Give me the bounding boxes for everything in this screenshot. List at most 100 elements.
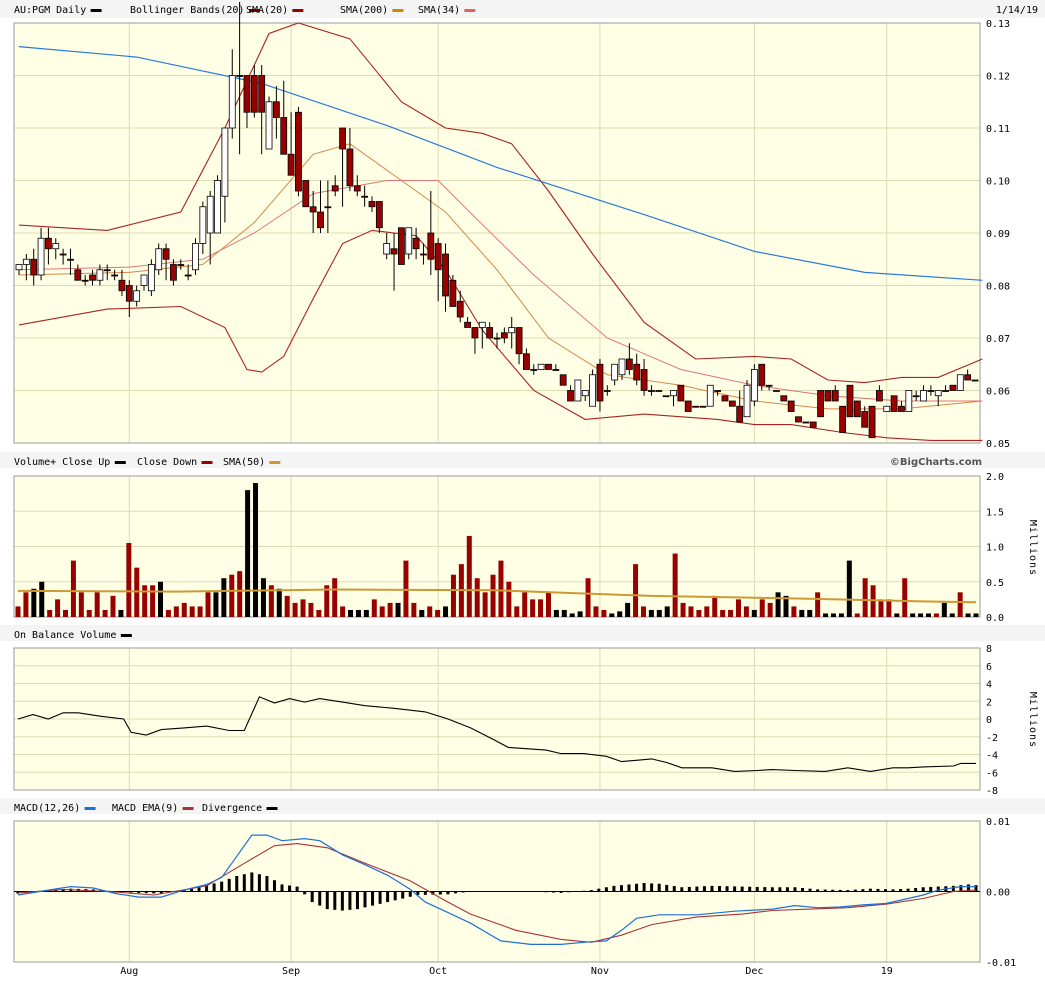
- volume-bar: [482, 592, 488, 617]
- candle-body: [508, 327, 516, 334]
- divergence-bar: [469, 891, 473, 892]
- volume-bar: [443, 606, 449, 617]
- legend-swatch: [392, 9, 404, 12]
- volume-bar: [78, 592, 84, 617]
- candle-body: [353, 185, 361, 192]
- volume-bar: [110, 595, 116, 617]
- candle-body: [170, 264, 177, 281]
- candle-body: [927, 390, 935, 392]
- divergence-bar: [748, 886, 752, 892]
- volume-bar: [553, 609, 559, 617]
- candle-body: [478, 321, 486, 328]
- legend-swatch: [201, 461, 213, 464]
- y-tick-label: -2: [986, 733, 998, 744]
- volume-bar: [47, 609, 53, 617]
- legend-swatch: [269, 461, 281, 464]
- candle-body: [655, 390, 663, 392]
- volume-bar: [39, 581, 45, 617]
- volume-bar: [538, 599, 544, 617]
- candle-body: [258, 75, 266, 113]
- divergence-bar: [250, 872, 254, 892]
- y-tick-label: 0.0: [986, 613, 1004, 624]
- volume-bar: [712, 595, 718, 617]
- candle-body: [890, 395, 898, 412]
- divergence-bar: [378, 891, 382, 904]
- volume-bar: [245, 490, 251, 617]
- candle-body: [30, 258, 38, 276]
- divergence-bar: [846, 890, 850, 892]
- candle-body: [331, 185, 339, 192]
- y-tick-label: 0.12: [986, 72, 1010, 83]
- candle-body: [96, 269, 104, 281]
- volume-bar: [759, 599, 765, 617]
- divergence-bar: [665, 884, 669, 892]
- candle-body: [721, 395, 729, 402]
- y-tick-label: 8: [986, 644, 992, 655]
- volume-bar: [276, 588, 282, 617]
- candle-body: [37, 237, 45, 276]
- candle-body: [552, 369, 560, 371]
- candle-body: [802, 421, 810, 424]
- y-tick-label: 0.11: [986, 124, 1010, 135]
- candle-body: [486, 327, 494, 339]
- divergence-bar: [597, 888, 601, 892]
- candle-body: [787, 400, 795, 412]
- divergence-bar: [235, 875, 239, 892]
- candle-body: [449, 279, 457, 307]
- candle-body: [375, 201, 383, 229]
- chart-date: 1/14/19: [996, 5, 1038, 16]
- divergence-bar: [446, 891, 450, 895]
- volume-bar: [189, 606, 195, 617]
- divergence-bar: [635, 883, 639, 892]
- divergence-bar: [710, 885, 714, 892]
- volume-bar: [823, 613, 829, 617]
- candle-body: [59, 253, 67, 256]
- divergence-bar: [423, 891, 427, 895]
- volume-bar: [15, 606, 21, 617]
- volume-bar: [63, 609, 69, 617]
- volume-bar: [815, 592, 821, 617]
- x-tick-label: 19: [881, 966, 893, 977]
- candle-body: [868, 405, 876, 439]
- divergence-bar: [929, 886, 933, 892]
- volume-bar: [933, 613, 939, 617]
- candle-body: [368, 201, 376, 208]
- y-tick-label: 4: [986, 680, 992, 691]
- volume-bar: [213, 592, 219, 617]
- divergence-bar: [476, 891, 480, 892]
- volume-bar: [94, 592, 100, 617]
- volume-bar: [363, 609, 369, 617]
- volume-bar: [284, 595, 290, 617]
- volume-bar: [878, 599, 884, 617]
- volume-bar: [403, 560, 409, 617]
- divergence-bar: [816, 889, 820, 892]
- volume-bar: [158, 581, 164, 617]
- volume-bar: [799, 609, 805, 617]
- candle-body: [221, 127, 229, 197]
- y-tick-label: -6: [986, 768, 998, 779]
- candle-body: [74, 269, 82, 281]
- legend-swatch: [120, 634, 132, 637]
- volume-bar: [656, 609, 662, 617]
- volume-bar: [791, 606, 797, 617]
- candle-body: [456, 300, 464, 318]
- divergence-bar: [883, 889, 887, 892]
- divergence-bar: [491, 891, 495, 892]
- volume-bar: [585, 578, 591, 617]
- candle-body: [523, 353, 530, 370]
- volume-bar: [807, 609, 813, 617]
- divergence-bar: [582, 890, 586, 892]
- legend-swatch: [266, 807, 278, 810]
- candle-body: [250, 75, 258, 113]
- candle-body: [684, 400, 692, 412]
- divergence-bar: [650, 883, 654, 892]
- volume-bar: [854, 613, 860, 617]
- candle-body: [243, 75, 251, 113]
- volume-bar: [664, 606, 670, 617]
- volume-bar: [918, 613, 924, 617]
- volume-bar: [165, 609, 171, 617]
- y-tick-label: 6: [986, 662, 992, 673]
- volume-bar: [973, 613, 979, 617]
- volume-bar: [292, 602, 298, 617]
- volume-bar: [830, 613, 836, 617]
